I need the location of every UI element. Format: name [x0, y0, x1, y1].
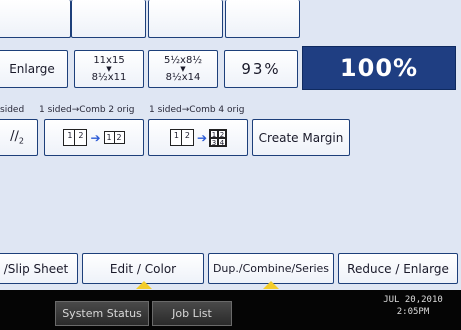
- page-pair-icon: /∕2: [10, 129, 24, 146]
- ratio-93-button[interactable]: 93%: [224, 50, 298, 88]
- top-button-3[interactable]: [148, 0, 223, 38]
- arrow-right-icon: ➔: [90, 130, 101, 145]
- top-button-1[interactable]: [0, 0, 71, 38]
- tab-slip-sheet[interactable]: /Slip Sheet: [0, 253, 78, 284]
- tab-label: Dup./Combine/Series: [212, 262, 330, 275]
- arrow-right-icon: ➔: [196, 130, 208, 145]
- time-label: 2:05PM: [396, 307, 430, 317]
- tab-indicator-icon: [136, 281, 152, 289]
- four-up-grid-icon: 1 2 3 4: [209, 128, 228, 147]
- top-button-2[interactable]: [71, 0, 146, 38]
- ratio-100-label: 100%: [339, 54, 419, 82]
- combine-cutoff-button[interactable]: /∕2: [0, 119, 38, 156]
- tab-edit-color[interactable]: Edit / Color: [82, 253, 204, 284]
- date-time-display: JUL 20,2010 2:05PM: [368, 294, 458, 318]
- copier-settings-panel: Enlarge 11x15 ▼ 8½x11 5½x8½ ▼ 8½x14 93% …: [0, 0, 461, 290]
- size-11x15-to-letter-button[interactable]: 11x15 ▼ 8½x11: [74, 50, 144, 88]
- grid-cell: 1: [210, 129, 219, 139]
- page-icon: 2: [74, 129, 88, 146]
- enlarge-button[interactable]: Enlarge: [0, 50, 68, 88]
- size-to-label: 8½x11: [91, 72, 127, 83]
- size-statement-to-legal-button[interactable]: 5½x8½ ▼ 8½x14: [148, 50, 218, 88]
- create-margin-button[interactable]: Create Margin: [252, 119, 350, 156]
- tab-reduce-enlarge[interactable]: Reduce / Enlarge: [338, 253, 458, 284]
- tab-indicator-icon: [263, 281, 279, 289]
- group-label-1: sided: [0, 105, 25, 115]
- ratio-93-label: 93%: [241, 60, 281, 78]
- tab-label: Edit / Color: [109, 261, 177, 276]
- date-label: JUL 20,2010: [383, 295, 443, 305]
- enlarge-label: Enlarge: [9, 62, 55, 76]
- group-label-3: 1 sided→Comb 4 orig: [149, 105, 245, 115]
- grid-cell: 4: [218, 137, 227, 147]
- system-status-button[interactable]: System Status: [55, 301, 149, 326]
- tab-dup-combine-series[interactable]: Dup./Combine/Series: [208, 253, 334, 284]
- tab-label: /Slip Sheet: [3, 261, 69, 276]
- job-list-button[interactable]: Job List: [152, 301, 232, 326]
- ratio-100-button-selected[interactable]: 100%: [302, 46, 456, 90]
- tab-label: Reduce / Enlarge: [347, 261, 449, 276]
- size-to-label: 8½x14: [165, 72, 201, 83]
- page-icon: 2: [113, 131, 125, 144]
- top-button-4[interactable]: [225, 0, 300, 38]
- system-status-label: System Status: [62, 307, 142, 320]
- grid-cell: 2: [218, 129, 227, 139]
- grid-cell: 3: [210, 137, 219, 147]
- combine-2-orig-button[interactable]: 1 2 ➔ 1 2: [44, 119, 144, 156]
- page-icon: 2: [180, 129, 194, 146]
- job-list-label: Job List: [172, 307, 212, 320]
- create-margin-label: Create Margin: [258, 130, 344, 145]
- combine-4-orig-button[interactable]: 1 2 ➔ 1 2 3 4: [148, 119, 248, 156]
- group-label-2: 1 sided→Comb 2 orig: [39, 105, 135, 115]
